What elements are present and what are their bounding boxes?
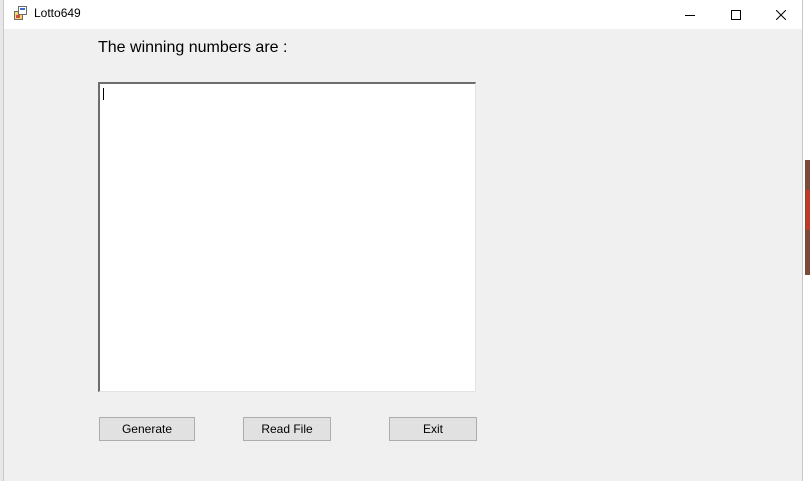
maximize-icon	[731, 9, 741, 20]
read-file-button[interactable]: Read File	[243, 417, 331, 441]
winning-numbers-label: The winning numbers are :	[98, 39, 288, 56]
app-icon	[14, 6, 27, 20]
lotto-window: Lotto649 The winning numbers are : Gener…	[3, 0, 803, 481]
close-icon	[776, 9, 786, 20]
desktop-background-right	[803, 0, 810, 481]
close-button[interactable]	[758, 0, 804, 29]
text-caret	[103, 88, 104, 100]
generate-button[interactable]: Generate	[99, 417, 195, 441]
exit-button[interactable]: Exit	[389, 417, 477, 441]
minimize-button[interactable]	[667, 0, 713, 29]
maximize-button[interactable]	[713, 0, 759, 29]
background-window-accent	[806, 190, 810, 230]
title-bar[interactable]: Lotto649	[4, 0, 802, 29]
window-title: Lotto649	[34, 6, 81, 20]
winning-numbers-output[interactable]	[98, 82, 476, 392]
minimize-icon	[685, 14, 695, 16]
